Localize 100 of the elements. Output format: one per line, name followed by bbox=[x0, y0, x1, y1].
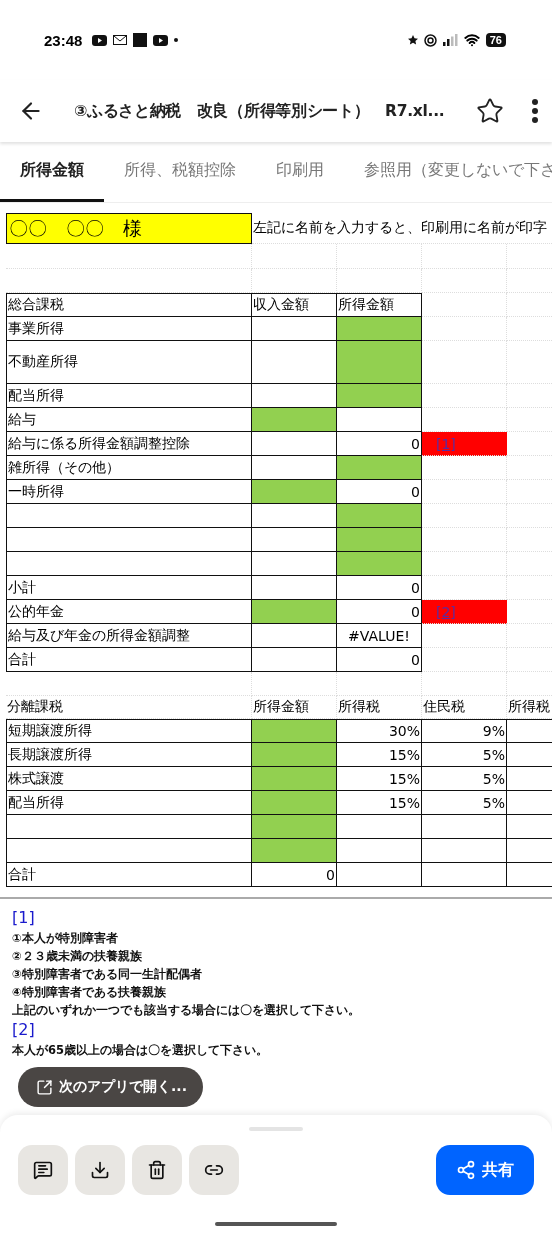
table-cell[interactable]: 事業所得 bbox=[6, 317, 252, 341]
table-cell[interactable] bbox=[337, 408, 422, 432]
table-cell[interactable] bbox=[6, 504, 252, 528]
video-app-icon bbox=[153, 34, 169, 46]
table-cell[interactable]: 合計 bbox=[6, 863, 252, 887]
table-cell[interactable] bbox=[422, 863, 507, 887]
empty-cell[interactable] bbox=[422, 480, 507, 504]
table-cell[interactable] bbox=[252, 719, 337, 743]
table-cell[interactable] bbox=[337, 863, 422, 887]
table-cell[interactable]: 雑所得（その他） bbox=[6, 456, 252, 480]
table-cell[interactable] bbox=[337, 384, 422, 408]
table-cell[interactable] bbox=[252, 408, 337, 432]
table-cell[interactable]: 15% bbox=[337, 791, 422, 815]
sheet-tab[interactable]: 所得金額 bbox=[0, 142, 104, 202]
empty-cell[interactable] bbox=[422, 648, 507, 672]
table-cell[interactable]: 5% bbox=[422, 743, 507, 767]
file-title: ③ふるさと納税 改良（所得等別シート） R7.xl... bbox=[73, 100, 446, 122]
link-button[interactable] bbox=[189, 1145, 239, 1195]
table-cell[interactable] bbox=[6, 839, 252, 863]
table-cell[interactable]: 一時所得 bbox=[6, 480, 252, 504]
table-cell[interactable] bbox=[337, 504, 422, 528]
table-cell[interactable] bbox=[6, 552, 252, 576]
more-menu-button[interactable] bbox=[532, 99, 538, 123]
delete-button[interactable] bbox=[132, 1145, 182, 1195]
table-cell[interactable]: 0 bbox=[337, 648, 422, 672]
empty-cell[interactable] bbox=[252, 672, 337, 696]
table-cell[interactable] bbox=[6, 815, 252, 839]
table-cell[interactable]: 長期譲渡所得 bbox=[6, 743, 252, 767]
table-cell[interactable] bbox=[252, 839, 337, 863]
table-cell[interactable]: 短期譲渡所得 bbox=[6, 719, 252, 743]
table-cell[interactable]: 給与 bbox=[6, 408, 252, 432]
table-cell[interactable]: 合計 bbox=[6, 648, 252, 672]
table-cell[interactable] bbox=[422, 839, 507, 863]
table-cell[interactable] bbox=[252, 791, 337, 815]
empty-cell[interactable] bbox=[422, 244, 507, 269]
empty-cell[interactable] bbox=[337, 269, 422, 293]
external-link-icon bbox=[36, 1078, 53, 1096]
table-cell[interactable] bbox=[252, 432, 337, 456]
table-cell[interactable]: #VALUE! bbox=[337, 624, 422, 648]
empty-cell[interactable] bbox=[422, 269, 507, 293]
table-cell[interactable]: 給与及び年金の所得金額調整 bbox=[6, 624, 252, 648]
column-header: 分離課税 bbox=[6, 696, 252, 719]
table-cell[interactable]: 不動産所得 bbox=[6, 341, 252, 384]
table-cell[interactable]: 株式譲渡 bbox=[6, 767, 252, 791]
comment-icon bbox=[33, 1160, 53, 1180]
empty-cell[interactable] bbox=[422, 293, 507, 317]
table-cell[interactable] bbox=[337, 528, 422, 552]
table-cell[interactable] bbox=[252, 743, 337, 767]
table-cell[interactable] bbox=[337, 839, 422, 863]
sheet-tab[interactable]: 所得、税額控除 bbox=[104, 142, 256, 202]
share-icon bbox=[456, 1160, 476, 1180]
table-cell[interactable]: 配当所得 bbox=[6, 791, 252, 815]
footnote-link[interactable]: [2] bbox=[12, 1019, 546, 1041]
table-cell[interactable] bbox=[337, 317, 422, 341]
empty-cell[interactable] bbox=[6, 269, 252, 293]
table-cell[interactable] bbox=[337, 456, 422, 480]
table-cell[interactable] bbox=[6, 528, 252, 552]
table-cell[interactable]: 給与に係る所得金額調整控除 bbox=[6, 432, 252, 456]
table-cell[interactable] bbox=[252, 600, 337, 624]
table-cell[interactable] bbox=[252, 767, 337, 791]
table-cell[interactable]: 小計 bbox=[6, 576, 252, 600]
table-cell[interactable] bbox=[337, 815, 422, 839]
square-icon bbox=[133, 33, 148, 47]
table-cell[interactable]: 0 bbox=[252, 863, 337, 887]
table-cell[interactable]: 0 bbox=[337, 576, 422, 600]
table-cell[interactable]: 15% bbox=[337, 767, 422, 791]
table-cell[interactable]: 配当所得 bbox=[6, 384, 252, 408]
empty-cell[interactable] bbox=[252, 244, 337, 269]
share-button[interactable]: 共有 bbox=[436, 1145, 534, 1195]
table-cell[interactable]: 公的年金 bbox=[6, 600, 252, 624]
footnote-link[interactable]: [1] bbox=[12, 907, 546, 929]
table-cell[interactable]: 9% bbox=[422, 719, 507, 743]
footnote-text: ②２３歳未満の扶養親族 bbox=[12, 948, 143, 965]
name-cell[interactable]: 〇〇 〇〇 様 bbox=[6, 213, 252, 244]
table-cell[interactable] bbox=[252, 648, 337, 672]
table-cell[interactable]: 15% bbox=[337, 743, 422, 767]
comment-button[interactable] bbox=[18, 1145, 68, 1195]
table-cell[interactable]: 30% bbox=[337, 719, 422, 743]
favorite-button[interactable] bbox=[476, 97, 504, 125]
table-cell[interactable] bbox=[252, 815, 337, 839]
empty-cell[interactable] bbox=[6, 672, 252, 696]
empty-cell[interactable] bbox=[337, 672, 422, 696]
empty-cell[interactable] bbox=[422, 624, 507, 648]
empty-cell[interactable] bbox=[6, 244, 252, 269]
mail-icon bbox=[113, 35, 128, 45]
empty-cell[interactable] bbox=[422, 672, 507, 696]
table-cell[interactable]: 5% bbox=[422, 791, 507, 815]
download-button[interactable] bbox=[75, 1145, 125, 1195]
table-cell[interactable] bbox=[337, 552, 422, 576]
open-with-button[interactable]: 次のアプリで開く... bbox=[18, 1067, 203, 1107]
empty-cell[interactable] bbox=[337, 244, 422, 269]
table-cell[interactable] bbox=[422, 815, 507, 839]
sheet-tab[interactable]: 参照用（変更しないで下さ bbox=[344, 142, 552, 202]
table-cell[interactable] bbox=[252, 480, 337, 504]
sheet-tab[interactable]: 印刷用 bbox=[256, 142, 344, 202]
table-cell[interactable]: 5% bbox=[422, 767, 507, 791]
footnote-text: ③特別障害者である同一生計配偶者 bbox=[12, 966, 203, 983]
table-cell[interactable] bbox=[252, 624, 337, 648]
empty-cell[interactable] bbox=[252, 269, 337, 293]
table-cell[interactable] bbox=[337, 341, 422, 384]
